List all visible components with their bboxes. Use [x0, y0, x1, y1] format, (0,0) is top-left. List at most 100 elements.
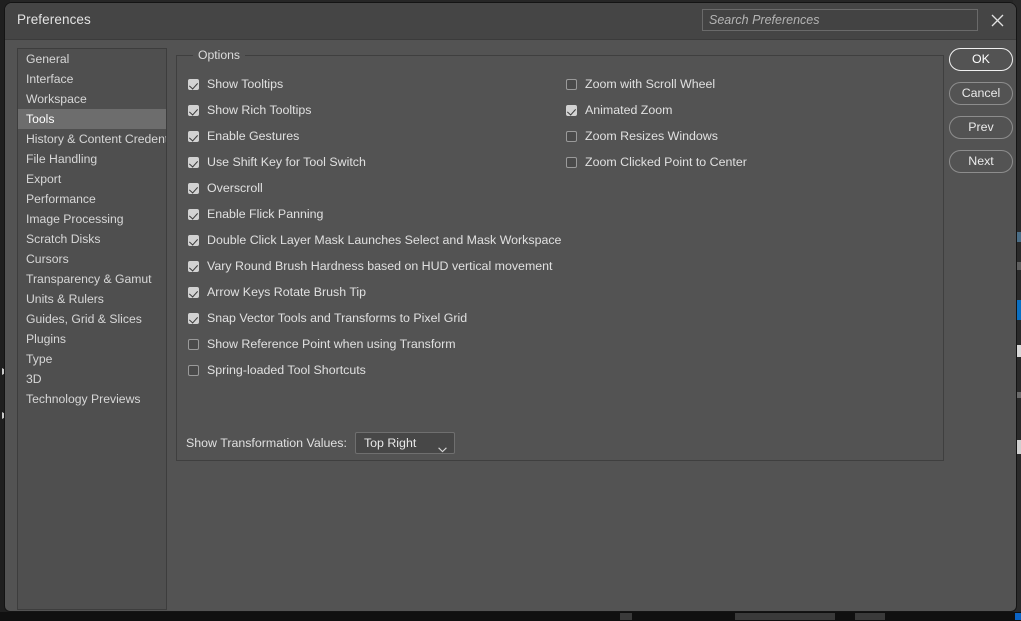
checkbox-checked-icon[interactable]	[188, 78, 199, 90]
sidebar-item-cursors[interactable]: Cursors	[18, 249, 166, 269]
checkbox-checked-icon[interactable]	[188, 286, 199, 298]
cancel-button[interactable]: Cancel	[949, 82, 1013, 105]
checkbox-label: Use Shift Key for Tool Switch	[207, 155, 366, 169]
sidebar-item-label: Guides, Grid & Slices	[26, 312, 142, 326]
sidebar-item-label: 3D	[26, 372, 42, 386]
sidebar-item-units-rulers[interactable]: Units & Rulers	[18, 289, 166, 309]
checkbox-row-spring-loaded-tool-shortcuts[interactable]: Spring-loaded Tool Shortcuts	[188, 357, 568, 383]
checkbox-row-vary-round-brush-hardness-based-on-hud-vertical-movement[interactable]: Vary Round Brush Hardness based on HUD v…	[188, 253, 568, 279]
checkbox-unchecked-icon[interactable]	[566, 78, 577, 90]
sidebar-item-label: Image Processing	[26, 212, 124, 226]
checkbox-row-snap-vector-tools-and-transforms-to-pixel-grid[interactable]: Snap Vector Tools and Transforms to Pixe…	[188, 305, 568, 331]
sidebar-item-transparency-gamut[interactable]: Transparency & Gamut	[18, 269, 166, 289]
dialog-titlebar: Preferences	[5, 3, 1016, 40]
close-icon[interactable]	[984, 8, 1010, 32]
sidebar-item-label: Cursors	[26, 252, 69, 266]
checkbox-checked-icon[interactable]	[188, 234, 199, 246]
sidebar-item-label: Transparency & Gamut	[26, 272, 152, 286]
show-transformation-values-select[interactable]: Top Right	[354, 432, 455, 454]
checkbox-checked-icon[interactable]	[566, 104, 577, 116]
options-left-column: Show Tooltips Show Rich Tooltips Enable Ge…	[188, 71, 568, 383]
checkbox-row-double-click-layer-mask-launches-select-and-mask-workspace[interactable]: Double Click Layer Mask Launches Select …	[188, 227, 568, 253]
dialog-title: Preferences	[17, 12, 91, 27]
sidebar-item-performance[interactable]: Performance	[18, 189, 166, 209]
checkbox-row-animated-zoom[interactable]: Animated Zoom	[566, 97, 906, 123]
sidebar-item-export[interactable]: Export	[18, 169, 166, 189]
checkbox-row-show-tooltips[interactable]: Show Tooltips	[188, 71, 568, 97]
sidebar-item-label: Technology Previews	[26, 392, 141, 406]
select-value: Top Right	[363, 436, 417, 450]
sidebar-item-label: Tools	[26, 112, 55, 126]
sidebar-item-label: Interface	[26, 72, 74, 86]
sidebar-item-label: Workspace	[26, 92, 87, 106]
prev-button[interactable]: Prev	[949, 116, 1013, 139]
checkbox-row-show-rich-tooltips[interactable]: Show Rich Tooltips	[188, 97, 568, 123]
sidebar-item-label: Performance	[26, 192, 96, 206]
checkbox-row-use-shift-key-for-tool-switch[interactable]: Use Shift Key for Tool Switch	[188, 149, 568, 175]
checkbox-row-enable-gestures[interactable]: Enable Gestures	[188, 123, 568, 149]
checkbox-checked-icon[interactable]	[188, 182, 199, 194]
checkbox-row-zoom-clicked-point-to-center[interactable]: Zoom Clicked Point to Center	[566, 149, 906, 175]
sidebar-item-label: Units & Rulers	[26, 292, 104, 306]
checkbox-label: Arrow Keys Rotate Brush Tip	[207, 285, 367, 299]
sidebar-item-3d[interactable]: 3D	[18, 369, 166, 389]
next-button[interactable]: Next	[949, 150, 1013, 173]
checkbox-row-overscroll[interactable]: Overscroll	[188, 175, 568, 201]
checkbox-label: Enable Flick Panning	[207, 207, 324, 221]
checkbox-unchecked-icon[interactable]	[188, 338, 199, 350]
sidebar-item-label: File Handling	[26, 152, 98, 166]
sidebar-item-file-handling[interactable]: File Handling	[18, 149, 166, 169]
preferences-category-list[interactable]: General Interface Workspace Tools History & …	[17, 48, 167, 610]
sidebar-item-image-processing[interactable]: Image Processing	[18, 209, 166, 229]
show-transformation-values-row: Show Transformation Values: Top Right	[186, 432, 455, 454]
show-transformation-values-label: Show Transformation Values:	[186, 436, 347, 450]
checkbox-label: Zoom Clicked Point to Center	[585, 155, 747, 169]
preferences-dialog: Preferences General Interface Workspace Too…	[4, 2, 1017, 612]
checkbox-checked-icon[interactable]	[188, 260, 199, 272]
checkbox-unchecked-icon[interactable]	[188, 364, 199, 376]
sidebar-item-label: Export	[26, 172, 62, 186]
checkbox-row-enable-flick-panning[interactable]: Enable Flick Panning	[188, 201, 568, 227]
sidebar-item-interface[interactable]: Interface	[18, 69, 166, 89]
checkbox-label: Spring-loaded Tool Shortcuts	[207, 363, 366, 377]
chevron-down-icon	[438, 440, 447, 458]
ok-button[interactable]: OK	[949, 48, 1013, 71]
sidebar-item-plugins[interactable]: Plugins	[18, 329, 166, 349]
sidebar-item-label: Plugins	[26, 332, 66, 346]
dialog-action-buttons: OK Cancel Prev Next	[949, 48, 1013, 184]
options-panel: Options Show Tooltips Show Rich Tooltips E…	[176, 49, 944, 461]
sidebar-item-history-content-credentials[interactable]: History & Content Credentials	[18, 129, 166, 149]
checkbox-row-arrow-keys-rotate-brush-tip[interactable]: Arrow Keys Rotate Brush Tip	[188, 279, 568, 305]
checkbox-label: Snap Vector Tools and Transforms to Pixe…	[207, 311, 468, 325]
sidebar-item-label: History & Content Credentials	[26, 132, 166, 146]
background-taskbar	[0, 612, 1021, 621]
checkbox-label: Animated Zoom	[585, 103, 673, 117]
checkbox-checked-icon[interactable]	[188, 208, 199, 220]
checkbox-checked-icon[interactable]	[188, 130, 199, 142]
checkbox-row-zoom-with-scroll-wheel[interactable]: Zoom with Scroll Wheel	[566, 71, 906, 97]
checkbox-row-show-reference-point-when-using-transform[interactable]: Show Reference Point when using Transfor…	[188, 331, 568, 357]
checkbox-label: Overscroll	[207, 181, 263, 195]
checkbox-checked-icon[interactable]	[188, 156, 199, 168]
search-preferences-input[interactable]	[702, 9, 978, 31]
checkbox-checked-icon[interactable]	[188, 312, 199, 324]
checkbox-checked-icon[interactable]	[188, 104, 199, 116]
checkbox-label: Show Tooltips	[207, 77, 284, 91]
sidebar-item-type[interactable]: Type	[18, 349, 166, 369]
sidebar-item-workspace[interactable]: Workspace	[18, 89, 166, 109]
sidebar-item-scratch-disks[interactable]: Scratch Disks	[18, 229, 166, 249]
checkbox-label: Zoom with Scroll Wheel	[585, 77, 716, 91]
checkbox-unchecked-icon[interactable]	[566, 156, 577, 168]
sidebar-item-general[interactable]: General	[18, 49, 166, 69]
checkbox-row-zoom-resizes-windows[interactable]: Zoom Resizes Windows	[566, 123, 906, 149]
sidebar-item-guides-grid-slices[interactable]: Guides, Grid & Slices	[18, 309, 166, 329]
options-legend: Options	[193, 49, 246, 62]
sidebar-item-label: General	[26, 52, 70, 66]
checkbox-label: Zoom Resizes Windows	[585, 129, 718, 143]
checkbox-label: Show Rich Tooltips	[207, 103, 312, 117]
sidebar-item-technology-previews[interactable]: Technology Previews	[18, 389, 166, 409]
screen: Preferences General Interface Workspace Too…	[0, 0, 1021, 621]
checkbox-unchecked-icon[interactable]	[566, 130, 577, 142]
checkbox-label: Vary Round Brush Hardness based on HUD v…	[207, 259, 553, 273]
sidebar-item-tools[interactable]: Tools	[18, 109, 166, 129]
